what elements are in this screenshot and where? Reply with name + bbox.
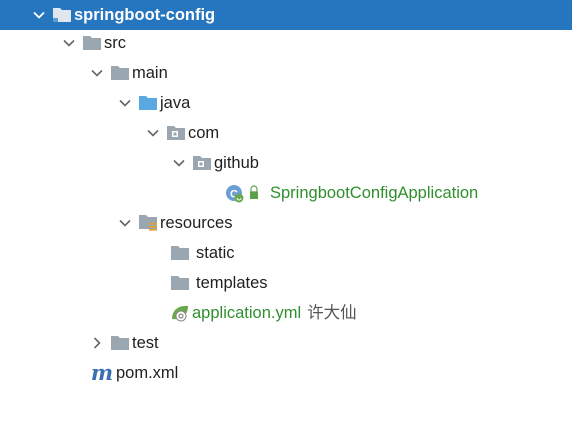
resources-folder-icon: [136, 208, 160, 238]
package-icon: [190, 148, 214, 178]
tree-item-label: test: [132, 334, 159, 352]
spring-boot-class-icon: C: [224, 178, 270, 208]
tree-item-github[interactable]: github: [0, 148, 572, 178]
tree-item-templates[interactable]: templates: [0, 268, 572, 298]
tree-item-label: java: [160, 94, 191, 112]
tree-item-com[interactable]: com: [0, 118, 572, 148]
chevron-down-icon[interactable]: [114, 88, 136, 118]
folder-icon: [108, 58, 132, 88]
tree-item-label: SpringbootConfigApplication: [270, 184, 479, 202]
folder-icon: [168, 238, 192, 268]
tree-item-label: application.yml: [192, 304, 302, 322]
chevron-down-icon[interactable]: [58, 28, 80, 58]
tree-item-label: com: [188, 124, 220, 142]
chevron-down-icon[interactable]: [142, 118, 164, 148]
tree-item-label: main: [132, 64, 168, 82]
folder-icon: [168, 268, 192, 298]
chevron-down-icon[interactable]: [28, 0, 50, 30]
tree-item-resources[interactable]: resources: [0, 208, 572, 238]
folder-icon: [108, 328, 132, 358]
tree-item-test[interactable]: test: [0, 328, 572, 358]
project-tree: springboot-config src main java com gith…: [0, 0, 572, 446]
maven-icon: m: [90, 360, 114, 385]
vcs-author-annotation: 许大仙: [307, 304, 357, 322]
tree-item-label: resources: [160, 214, 233, 232]
folder-icon: [80, 28, 104, 58]
chevron-down-icon[interactable]: [86, 58, 108, 88]
tree-item-springboot-config-application[interactable]: C SpringbootConfigApplication: [0, 178, 572, 208]
tree-item-label: springboot-config: [74, 6, 216, 24]
tree-item-main[interactable]: main: [0, 58, 572, 88]
module-folder-icon: [50, 0, 74, 30]
tree-item-label: pom.xml: [116, 364, 179, 382]
chevron-right-icon[interactable]: [86, 328, 108, 358]
chevron-down-icon[interactable]: [114, 208, 136, 238]
tree-item-src[interactable]: src: [0, 28, 572, 58]
spring-config-icon: [168, 298, 192, 328]
tree-item-label: src: [104, 34, 126, 52]
tree-item-java[interactable]: java: [0, 88, 572, 118]
chevron-down-icon[interactable]: [168, 148, 190, 178]
tree-item-label: github: [214, 154, 259, 172]
tree-item-label: static: [196, 244, 235, 262]
tree-item-springboot-config[interactable]: springboot-config: [0, 0, 572, 30]
tree-item-label: templates: [196, 274, 268, 292]
source-root-folder-icon: [136, 88, 160, 118]
tree-item-application-yml[interactable]: application.yml 许大仙: [0, 298, 572, 328]
package-icon: [164, 118, 188, 148]
tree-item-pom-xml[interactable]: m pom.xml: [0, 358, 572, 388]
tree-item-static[interactable]: static: [0, 238, 572, 268]
